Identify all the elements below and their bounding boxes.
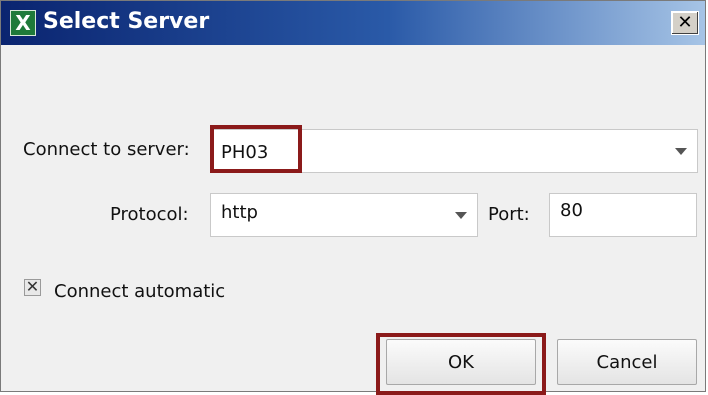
port-label: Port: xyxy=(488,204,530,225)
title-bar[interactable]: X Select Server ✕ xyxy=(1,1,705,45)
port-value: 80 xyxy=(560,200,583,221)
server-highlight-box xyxy=(210,125,302,173)
server-label: Connect to server: xyxy=(23,139,190,160)
auto-connect-label[interactable]: Connect automatic xyxy=(54,281,225,302)
cancel-button[interactable]: Cancel xyxy=(557,339,697,385)
chevron-down-icon[interactable] xyxy=(455,212,467,219)
close-icon: ✕ xyxy=(677,12,693,33)
excel-x-icon: X xyxy=(10,10,36,36)
protocol-combobox[interactable]: http xyxy=(210,193,478,237)
protocol-value: http xyxy=(221,202,258,223)
close-button[interactable]: ✕ xyxy=(671,11,699,35)
dialog-title: Select Server xyxy=(43,9,210,34)
auto-connect-checkbox[interactable]: ✕ xyxy=(24,277,41,296)
select-server-dialog: X Select Server ✕ Connect to server: PH0… xyxy=(0,0,706,395)
cancel-button-label: Cancel xyxy=(596,352,658,373)
chevron-down-icon[interactable] xyxy=(675,148,687,155)
protocol-label: Protocol: xyxy=(110,204,189,225)
port-input[interactable]: 80 xyxy=(549,193,697,237)
checkmark-icon: ✕ xyxy=(25,277,40,296)
ok-highlight-box xyxy=(376,333,546,395)
